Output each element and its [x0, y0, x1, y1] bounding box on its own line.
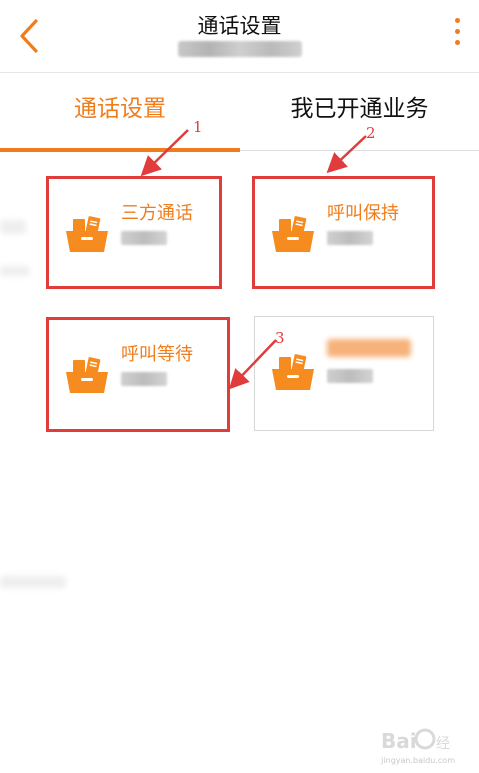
watermark-url: jingyan.baidu.com [381, 756, 455, 765]
tab-call-settings[interactable]: 通话设置 [0, 72, 240, 148]
tab-my-services[interactable]: 我已开通业务 [240, 72, 479, 148]
svg-text:经验: 经验 [436, 736, 451, 752]
active-tab-indicator [0, 148, 240, 152]
annotation-label-3: 3 [275, 329, 285, 347]
annotation-label-2: 2 [366, 124, 376, 142]
card-call-hold[interactable]: 呼叫保持 [252, 176, 435, 289]
app-header: 通话设置 [0, 0, 479, 73]
card-three-way-call[interactable]: 三方通话 [46, 176, 222, 289]
card-title: 呼叫保持 [327, 203, 399, 224]
card-price-redacted [121, 372, 167, 386]
tab-bar: 通话设置 我已开通业务 [0, 72, 479, 152]
card-title-redacted [327, 339, 411, 357]
background-smudge [0, 576, 66, 588]
tab-divider [240, 150, 479, 151]
shopping-basket-icon [66, 216, 108, 252]
card-price-redacted [121, 231, 167, 245]
card-call-waiting[interactable]: 呼叫等待 [46, 317, 230, 432]
more-vertical-icon [454, 18, 460, 23]
page-title: 通话设置 [197, 14, 282, 38]
shopping-basket-icon [272, 216, 314, 252]
card-title: 三方通话 [121, 203, 193, 224]
card-title: 呼叫等待 [121, 344, 193, 365]
background-smudge [0, 266, 30, 276]
more-options-button[interactable] [449, 18, 465, 52]
shopping-basket-icon [272, 354, 314, 390]
svg-text:Bai: Bai [381, 729, 417, 753]
background-smudge [0, 220, 26, 234]
annotation-label-1: 1 [193, 118, 203, 136]
card-price-redacted [327, 231, 373, 245]
card-price-redacted [327, 369, 373, 383]
phone-number-redacted [178, 41, 302, 57]
shopping-basket-icon [66, 357, 108, 393]
